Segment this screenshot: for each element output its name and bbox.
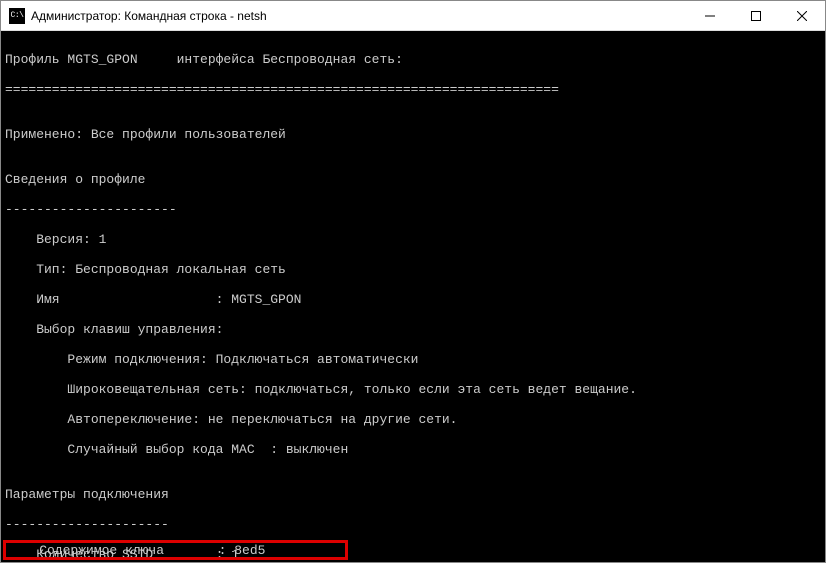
console-output[interactable]: Профиль MGTS_GPON интерфейса Беспроводна… bbox=[1, 31, 825, 562]
key-content-highlight: Содержимое ключа : 8ed5 bbox=[3, 540, 348, 560]
maximize-button[interactable] bbox=[733, 1, 779, 30]
output-line: Широковещательная сеть: подключаться, то… bbox=[5, 382, 821, 397]
close-button[interactable] bbox=[779, 1, 825, 30]
output-line: Автопереключение: не переключаться на др… bbox=[5, 412, 821, 427]
cmd-window: C:\ Администратор: Командная строка - ne… bbox=[0, 0, 826, 563]
key-content-line: Содержимое ключа : 8ed5 bbox=[8, 543, 265, 558]
titlebar: C:\ Администратор: Командная строка - ne… bbox=[1, 1, 825, 31]
output-line: Случайный выбор кода MAC : выключен bbox=[5, 442, 821, 457]
window-title: Администратор: Командная строка - netsh bbox=[31, 9, 687, 23]
output-line: ---------------------- bbox=[5, 202, 821, 217]
output-line: --------------------- bbox=[5, 517, 821, 532]
output-line: Параметры подключения bbox=[5, 487, 821, 502]
cmd-icon-text: C:\ bbox=[11, 11, 24, 20]
output-line: ========================================… bbox=[5, 82, 821, 97]
output-line: Применено: Все профили пользователей bbox=[5, 127, 821, 142]
output-line: Выбор клавиш управления: bbox=[5, 322, 821, 337]
output-line: Версия: 1 bbox=[5, 232, 821, 247]
output-line: Сведения о профиле bbox=[5, 172, 821, 187]
window-controls bbox=[687, 1, 825, 30]
cmd-icon: C:\ bbox=[9, 8, 25, 24]
output-line: Режим подключения: Подключаться автомати… bbox=[5, 352, 821, 367]
output-line: Имя : MGTS_GPON bbox=[5, 292, 821, 307]
output-line: Профиль MGTS_GPON интерфейса Беспроводна… bbox=[5, 52, 821, 67]
minimize-button[interactable] bbox=[687, 1, 733, 30]
output-line: Тип: Беспроводная локальная сеть bbox=[5, 262, 821, 277]
